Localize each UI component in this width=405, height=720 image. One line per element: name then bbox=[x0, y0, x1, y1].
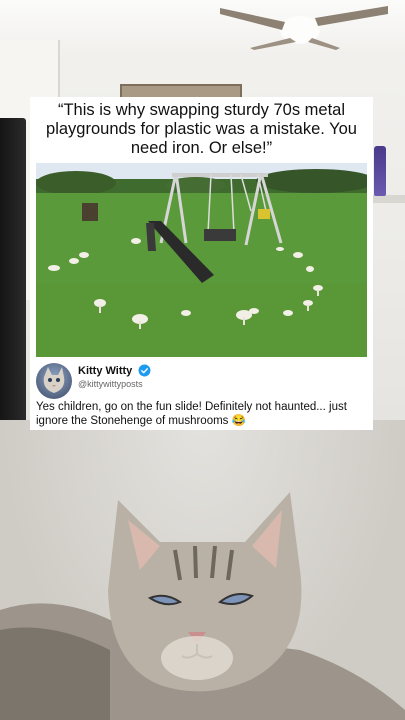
ceiling-fan bbox=[220, 6, 388, 50]
author-handle[interactable]: @kittywittyposts bbox=[78, 379, 143, 389]
background-shelf bbox=[372, 195, 405, 203]
tweet-card[interactable]: “This is why swapping sturdy 70s metal p… bbox=[30, 97, 373, 430]
tweet-author[interactable]: Kitty Witty @kittywittyposts bbox=[36, 362, 367, 402]
cat-avatar[interactable] bbox=[36, 363, 72, 399]
playground-photo[interactable] bbox=[36, 163, 367, 357]
verified-badge-icon bbox=[138, 364, 151, 377]
background-speaker bbox=[0, 118, 26, 438]
background-bottle bbox=[374, 146, 386, 196]
author-name[interactable]: Kitty Witty bbox=[78, 365, 132, 377]
caption-quote: “This is why swapping sturdy 70s metal p… bbox=[46, 101, 357, 157]
cat-photo bbox=[0, 492, 405, 720]
tweet-text: Yes children, go on the fun slide! Defin… bbox=[36, 401, 347, 427]
